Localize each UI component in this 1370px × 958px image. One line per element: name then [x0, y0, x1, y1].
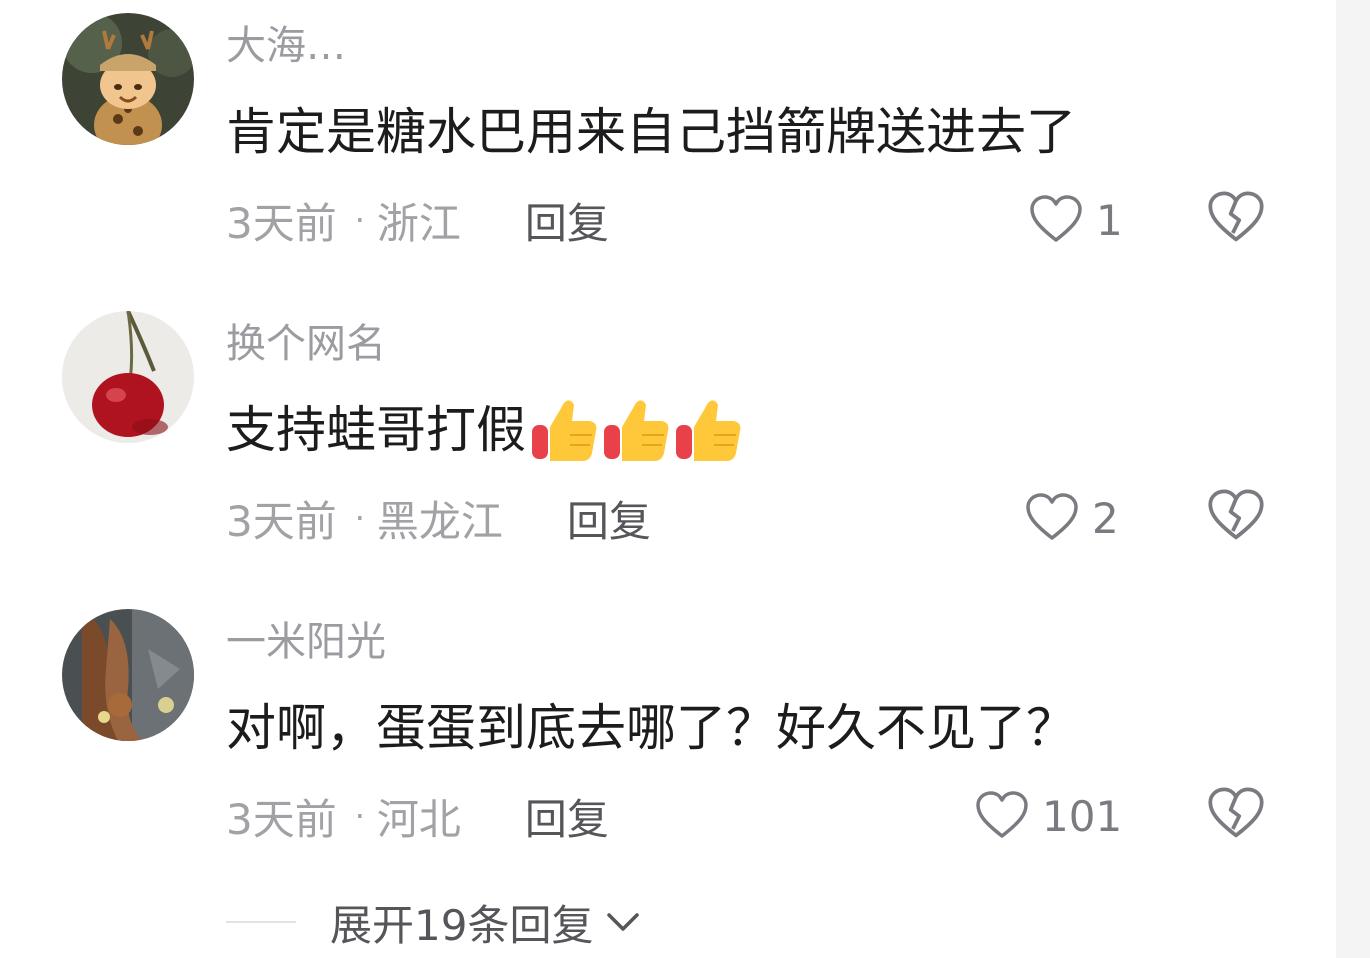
thumbs-up-emoji-icon — [604, 400, 669, 461]
reply-button[interactable]: 回复 — [567, 488, 651, 549]
meta-separator: · — [354, 797, 365, 835]
heart-outline-icon — [976, 791, 1028, 838]
comment-time: 3天前 — [226, 198, 337, 248]
comment-text-body: 支持蛙哥打假 — [226, 401, 526, 459]
comment-item: 换个网名 支持蛙哥打假 3天前 · 黑龙江 回复 2 — [0, 298, 1336, 596]
comment-meta: 3天前 · 黑龙江 回复 — [226, 486, 651, 550]
heart-outline-icon — [1026, 493, 1078, 540]
like-count: 2 — [1092, 493, 1119, 543]
dislike-button[interactable] — [1206, 486, 1266, 546]
thumbs-up-emoji-icon — [676, 400, 741, 461]
comment-meta: 3天前 · 浙江 回复 — [226, 188, 609, 252]
comment-location: 河北 — [376, 794, 461, 844]
like-button[interactable]: 1 — [1028, 188, 1123, 252]
comment-time: 3天前 — [226, 496, 337, 546]
cat-in-deer-hat-avatar-icon — [62, 13, 194, 145]
comment-meta: 3天前 · 河北 回复 — [226, 784, 609, 848]
comment-section: 大海… 肯定是糖水巴用来自己挡箭牌送进去了 3天前 · 浙江 回复 1 换个网名… — [0, 0, 1370, 958]
emoji-group — [530, 395, 746, 465]
heart-outline-icon — [1030, 195, 1082, 242]
like-button[interactable]: 101 — [974, 784, 1122, 848]
like-count: 101 — [1042, 791, 1123, 841]
username[interactable]: 一米阳光 — [226, 612, 386, 672]
username[interactable]: 大海… — [226, 16, 346, 76]
comment-time: 3天前 — [226, 794, 337, 844]
reply-button[interactable]: 回复 — [525, 190, 609, 251]
broken-heart-icon — [1208, 191, 1264, 242]
comment-text: 对啊，蛋蛋到底去哪了？好久不见了？ — [226, 692, 1076, 764]
chevron-down-icon — [607, 913, 640, 931]
dislike-button[interactable] — [1206, 784, 1266, 844]
comment-item: 大海… 肯定是糖水巴用来自己挡箭牌送进去了 3天前 · 浙江 回复 1 — [0, 0, 1336, 298]
dislike-button[interactable] — [1206, 188, 1266, 248]
comment-text-body: 肯定是糖水巴用来自己挡箭牌送进去了 — [226, 103, 1076, 161]
meta-separator: · — [354, 499, 365, 537]
broken-heart-icon — [1208, 787, 1264, 838]
comment-text: 支持蛙哥打假 — [226, 394, 746, 466]
comment-text-body: 对啊，蛋蛋到底去哪了？好久不见了？ — [226, 699, 1076, 757]
thumbs-up-emoji-icon — [532, 400, 597, 461]
expand-replies-label: 展开19条回复 — [330, 900, 594, 950]
comment-text: 肯定是糖水巴用来自己挡箭牌送进去了 — [226, 96, 1076, 168]
brown-hair-avatar-icon — [62, 609, 194, 741]
username[interactable]: 换个网名 — [226, 314, 386, 374]
avatar[interactable] — [62, 13, 194, 145]
like-button[interactable]: 2 — [1024, 486, 1119, 550]
comment-location: 浙江 — [376, 198, 461, 248]
broken-heart-icon — [1208, 489, 1264, 540]
like-count: 1 — [1096, 195, 1123, 245]
cherry-avatar-icon — [62, 311, 194, 443]
avatar[interactable] — [62, 609, 194, 741]
comment-location: 黑龙江 — [376, 496, 503, 546]
scroll-gutter — [1336, 0, 1370, 958]
avatar[interactable] — [62, 311, 194, 443]
comment-item: 一米阳光 对啊，蛋蛋到底去哪了？好久不见了？ 3天前 · 河北 回复 101 — [0, 596, 1336, 894]
expand-replies-button[interactable]: 展开19条回复 — [226, 890, 641, 954]
meta-separator: · — [354, 201, 365, 239]
divider-line — [226, 921, 296, 923]
reply-button[interactable]: 回复 — [525, 786, 609, 847]
